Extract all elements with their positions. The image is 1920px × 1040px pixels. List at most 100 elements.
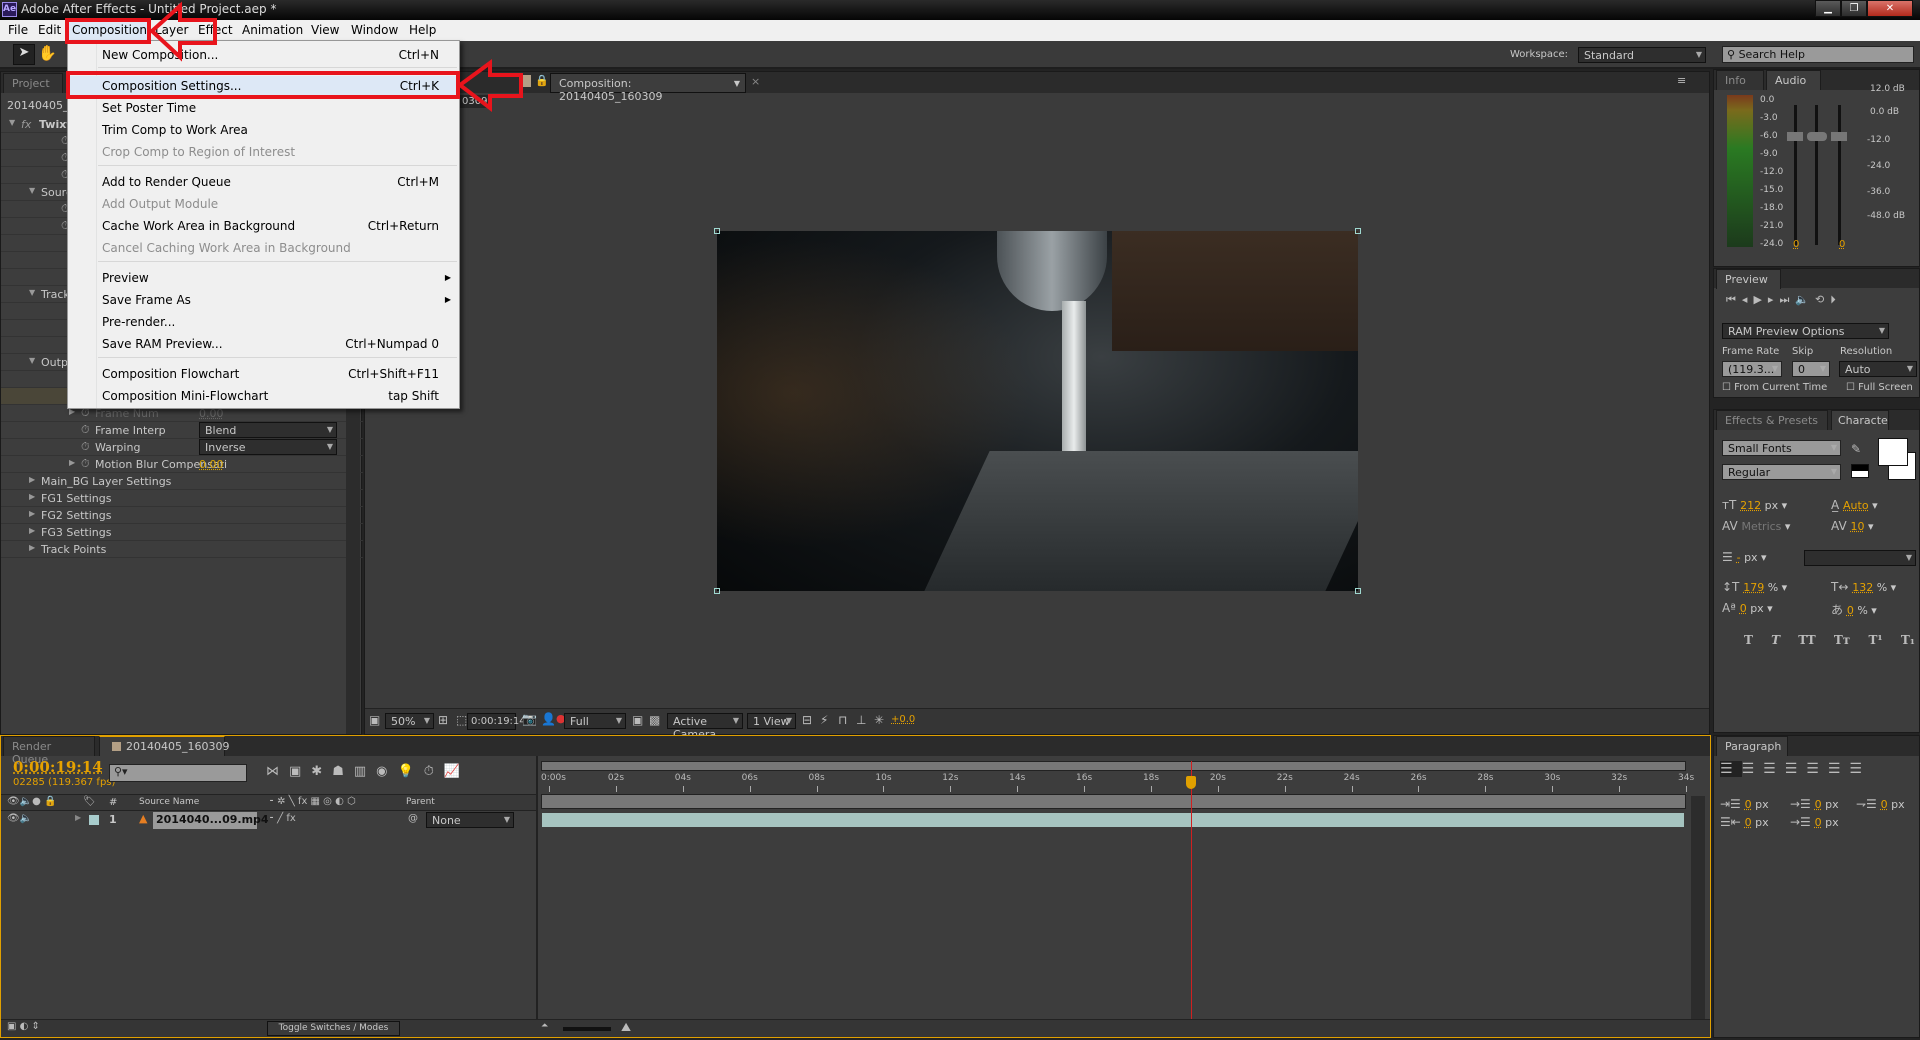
show-snapshot-icon[interactable]: 👤 bbox=[541, 712, 556, 726]
last-frame-icon[interactable]: ⏭ bbox=[1779, 293, 1795, 306]
leading-value[interactable]: Auto bbox=[1843, 499, 1869, 512]
close-tab-icon[interactable]: × bbox=[751, 75, 760, 88]
pick-whip-icon[interactable]: @ bbox=[408, 813, 418, 824]
toggle-switches-modes-button[interactable]: Toggle Switches / Modes bbox=[267, 1021, 400, 1036]
resolution-select[interactable]: Auto bbox=[1839, 361, 1917, 377]
align-right-button[interactable]: ☰ bbox=[1763, 761, 1785, 777]
stopwatch-icon[interactable]: ⏱ bbox=[81, 457, 90, 471]
space-after-value[interactable]: 0 bbox=[1815, 816, 1822, 829]
stopwatch-icon[interactable]: ⏱ bbox=[81, 440, 90, 454]
motion-blur-icon[interactable]: ◉ bbox=[376, 764, 397, 779]
composition-viewer-frame[interactable] bbox=[717, 231, 1358, 591]
layer-name[interactable]: 2014040...09.mp4 bbox=[153, 812, 269, 829]
tab-effects-presets[interactable]: Effects & Presets bbox=[1716, 410, 1828, 430]
column-source-name[interactable]: Source Name bbox=[139, 797, 199, 807]
indent-first-line-value[interactable]: 0 bbox=[1815, 798, 1822, 811]
effect-property-row[interactable]: ⏱ Warping Inverse bbox=[1, 439, 363, 456]
vertical-scale-field[interactable]: ↕T 179 % ▾ bbox=[1722, 580, 1787, 594]
font-style-select[interactable]: Regular bbox=[1722, 464, 1841, 480]
exposure-value[interactable]: +0.0 bbox=[891, 714, 915, 725]
indent-right-field[interactable]: ☰⇤ 0 px bbox=[1720, 815, 1769, 829]
search-help-input[interactable]: ⚲ Search Help bbox=[1722, 46, 1914, 63]
workspace-select[interactable]: Standard bbox=[1578, 47, 1706, 63]
subscript-button[interactable]: T₁ bbox=[1901, 633, 1915, 647]
property-value[interactable]: 0.00 bbox=[199, 458, 224, 471]
justify-last-right-button[interactable]: ☰ bbox=[1828, 761, 1850, 777]
twirl-icon[interactable]: ▼ bbox=[29, 288, 35, 297]
left-volume-slider[interactable] bbox=[1787, 132, 1803, 141]
from-current-time-checkbox[interactable]: ☐ From Current Time bbox=[1722, 382, 1827, 393]
left-level-value[interactable]: 0 bbox=[1793, 239, 1799, 250]
indent-left-field[interactable]: ⇥☰ 0 px bbox=[1720, 797, 1769, 811]
effect-property-row[interactable]: ▶ FG3 Settings bbox=[1, 524, 363, 541]
timeline-zoom-slider[interactable] bbox=[563, 1027, 611, 1031]
minimize-button[interactable]: ▁ bbox=[1815, 0, 1841, 17]
snapshot-icon[interactable]: 📷 bbox=[522, 712, 537, 726]
eyedropper-icon[interactable]: ✎ bbox=[1851, 442, 1861, 456]
play-icon[interactable]: ▶ bbox=[1753, 293, 1767, 306]
right-volume-slider[interactable] bbox=[1831, 132, 1847, 141]
skip-select[interactable]: 0 bbox=[1792, 361, 1830, 377]
time-ruler[interactable]: 0:00s 02s 04s 06s 08s 10s 12s 14s 16s 18s 20s 22s 24… bbox=[538, 773, 1698, 793]
first-frame-icon[interactable]: ⏮ bbox=[1726, 293, 1742, 306]
transparency-grid-icon[interactable]: ▩ bbox=[649, 713, 660, 727]
graph-editor-icon[interactable]: 📈 bbox=[444, 764, 470, 779]
live-update-icon[interactable]: ▣ bbox=[289, 764, 311, 779]
layer-label-color[interactable] bbox=[89, 815, 99, 825]
tab-info[interactable]: Info bbox=[1716, 70, 1764, 90]
justify-all-button[interactable]: ☰ bbox=[1849, 761, 1871, 777]
tsume-field[interactable]: あ 0 % ▾ bbox=[1831, 601, 1877, 618]
next-frame-icon[interactable]: ▸ bbox=[1768, 293, 1780, 306]
frame-rate-select[interactable]: (119.3... bbox=[1722, 361, 1782, 377]
timeline-icon[interactable]: ⊓ bbox=[838, 713, 847, 727]
font-size-field[interactable]: тT 212 px ▾ bbox=[1722, 498, 1787, 512]
auto-keyframe-icon[interactable]: ⏱ bbox=[424, 764, 444, 779]
zoom-in-icon[interactable]: ⛰ bbox=[621, 1020, 631, 1035]
tab-composition[interactable]: Composition: 20140405_160309 ▼ bbox=[550, 73, 746, 103]
superscript-button[interactable]: T¹ bbox=[1868, 633, 1882, 647]
brainstorm-icon[interactable]: 💡 bbox=[398, 764, 424, 779]
playhead[interactable] bbox=[1191, 761, 1193, 1021]
tracking-value[interactable]: 10 bbox=[1850, 520, 1864, 533]
magnification-select[interactable]: 50% bbox=[385, 713, 434, 729]
layer-row[interactable]: 👁🔈 ▶ 1 ▲ 2014040...09.mp4 ⁃ ╱ fx @ None bbox=[1, 812, 536, 829]
indent-left-value[interactable]: 0 bbox=[1745, 798, 1752, 811]
playback-controls[interactable]: ⏮◂▶▸⏭🔈⟲⏵ bbox=[1726, 293, 1842, 307]
layer-switches-toggle-icons[interactable]: ▣ ◐ ⇕ bbox=[7, 1021, 40, 1032]
effect-property-row[interactable]: ▶ FG1 Settings bbox=[1, 490, 363, 507]
region-of-interest-icon[interactable]: ⬚ bbox=[456, 713, 467, 727]
fast-preview-toggle-icon[interactable]: ⚡ bbox=[820, 713, 828, 727]
faux-italic-button[interactable]: T bbox=[1771, 633, 1780, 647]
twirl-icon[interactable]: ▶ bbox=[75, 813, 81, 822]
effect-property-row[interactable]: ▶ ⏱ Motion Blur Compensati 0.00 bbox=[1, 456, 363, 473]
restore-button[interactable]: ❐ bbox=[1841, 0, 1867, 17]
indent-first-line-field[interactable]: →☰ 0 px bbox=[1790, 797, 1839, 811]
tab-preview[interactable]: Preview bbox=[1716, 269, 1781, 289]
kerning-field[interactable]: AV Metrics ▾ bbox=[1722, 519, 1790, 533]
twirl-icon[interactable]: ▶ bbox=[29, 475, 35, 484]
hide-shy-icon[interactable]: ☗ bbox=[332, 764, 354, 779]
fill-color-swatch-front[interactable] bbox=[1878, 438, 1908, 466]
space-before-value[interactable]: 0 bbox=[1881, 798, 1888, 811]
default-colors-icon[interactable] bbox=[1851, 464, 1869, 478]
twirl-icon[interactable]: ▶ bbox=[29, 543, 35, 552]
menu-item-pre-render[interactable]: Pre-render... bbox=[68, 312, 459, 332]
twirl-icon[interactable]: ▼ bbox=[29, 356, 35, 365]
twirl-icon[interactable]: ▶ bbox=[29, 509, 35, 518]
ram-preview-options-select[interactable]: RAM Preview Options bbox=[1722, 323, 1889, 339]
all-caps-button[interactable]: TT bbox=[1798, 633, 1815, 647]
indent-right-value[interactable]: 0 bbox=[1745, 816, 1752, 829]
twirl-icon[interactable]: ▼ bbox=[29, 186, 35, 195]
stopwatch-icon[interactable]: ⏱ bbox=[81, 423, 90, 437]
draft-3d-icon[interactable]: ✱ bbox=[311, 764, 332, 779]
layer-search-input[interactable]: ⚲▾ bbox=[109, 764, 247, 782]
align-left-button[interactable]: ☰ bbox=[1720, 761, 1742, 777]
master-volume-slider[interactable] bbox=[1807, 132, 1827, 141]
horizontal-scale-value[interactable]: 132 bbox=[1852, 581, 1873, 594]
toggle-master-panel-icon[interactable]: ▣ bbox=[369, 713, 380, 727]
fast-previews-icon[interactable]: ▣ bbox=[632, 713, 643, 727]
twirl-icon[interactable]: ▶ bbox=[29, 492, 35, 501]
menu-item-preview[interactable]: Preview ▶ bbox=[68, 268, 459, 288]
loop-icon[interactable]: ⟲ bbox=[1815, 293, 1830, 306]
effect-property-row[interactable]: ▶ Track Points bbox=[1, 541, 363, 558]
